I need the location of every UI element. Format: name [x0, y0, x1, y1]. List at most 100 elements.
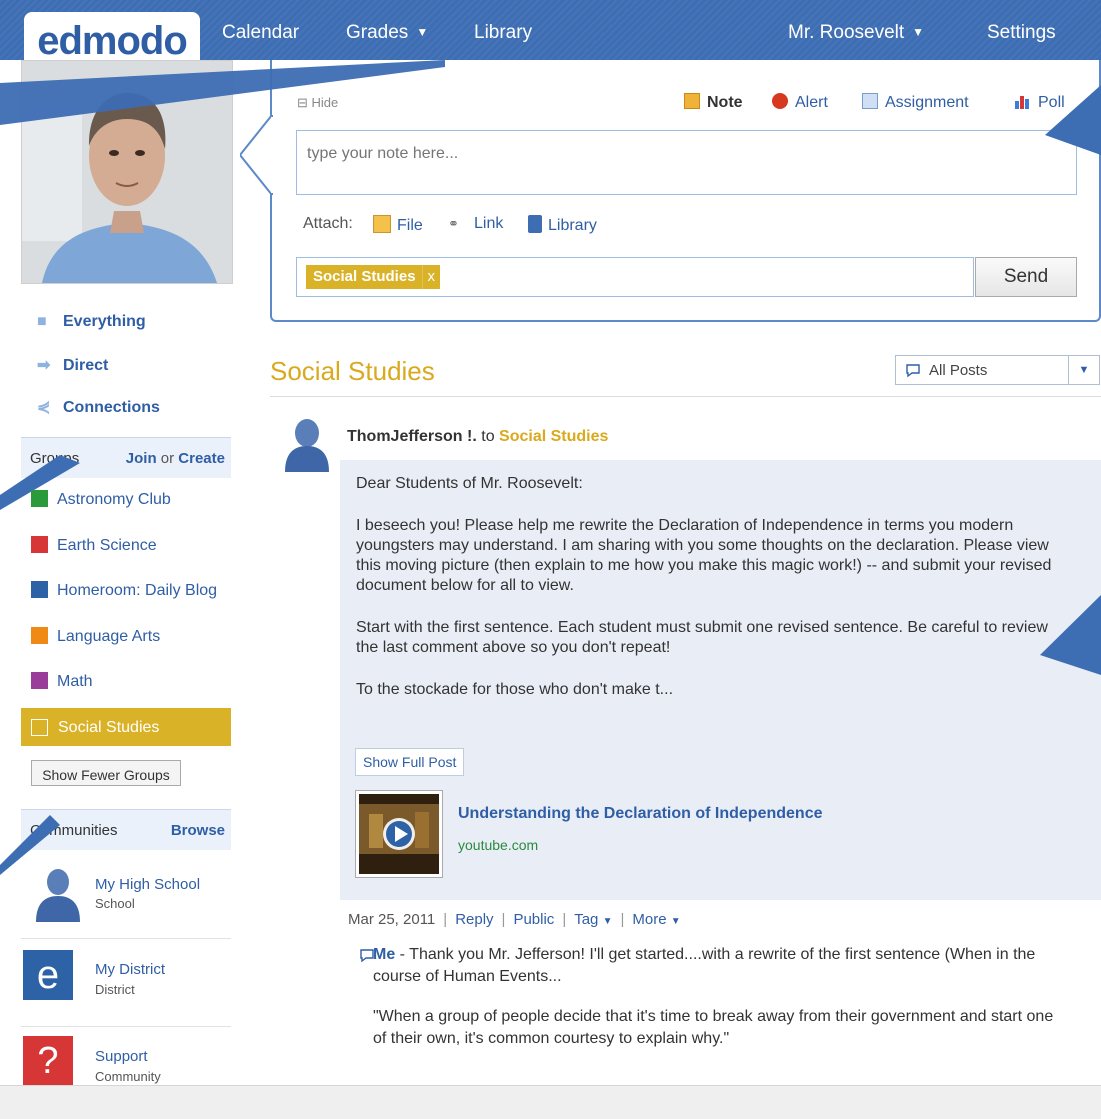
attach-file-button[interactable]: File	[373, 215, 423, 235]
attach-library-button[interactable]: Library	[528, 215, 597, 235]
recipient-tag-label: Social Studies	[313, 268, 416, 285]
sidebar-everything[interactable]: ■ Everything	[37, 313, 146, 331]
reply-link[interactable]: Reply	[455, 911, 493, 928]
community-support[interactable]: ? Support Community	[21, 1036, 231, 1085]
community-type: District	[95, 982, 135, 997]
recipient-tag: Social Studies x	[306, 265, 441, 289]
group-social-studies[interactable]: Social Studies	[21, 708, 231, 746]
comment-quote: "When a group of people decide that it's…	[373, 1008, 1054, 1047]
meta-separator: |	[443, 911, 448, 928]
nav-settings[interactable]: Settings	[987, 22, 1056, 44]
video-title-link[interactable]: Understanding the Declaration of Indepen…	[458, 805, 823, 823]
post-filter-dropdown[interactable]: All Posts ▼	[895, 355, 1100, 385]
group-earth-science[interactable]: Earth Science	[31, 536, 157, 555]
community-divider	[21, 938, 231, 939]
sidebar-direct-label: Direct	[63, 357, 109, 374]
group-label: Astronomy Club	[57, 491, 171, 508]
everything-icon: ■	[37, 313, 47, 330]
nav-calendar[interactable]: Calendar	[222, 22, 299, 44]
arrow-right-icon: ➡	[37, 357, 51, 374]
nav-grades[interactable]: Grades ▼	[346, 22, 428, 44]
group-color-swatch	[31, 581, 48, 598]
post-paragraph: To the stockade for those who don't make…	[356, 681, 674, 698]
tutorial-arrow-topleft	[0, 60, 445, 125]
post-header: ThomJefferson !. to Social Studies	[347, 428, 608, 446]
meta-separator: |	[562, 911, 567, 928]
nav-library[interactable]: Library	[474, 22, 532, 44]
assignment-icon	[862, 93, 878, 109]
post-date: Mar 25, 2011	[348, 911, 436, 928]
group-color-swatch	[31, 536, 48, 553]
community-type: Community	[95, 1069, 161, 1084]
post-group-link[interactable]: Social Studies	[499, 428, 608, 445]
send-button[interactable]: Send	[975, 257, 1077, 297]
type-note-tab[interactable]: Note	[684, 93, 743, 112]
community-name: My High School	[95, 876, 201, 893]
group-language-arts[interactable]: Language Arts	[31, 627, 160, 646]
remove-recipient-button[interactable]: x	[421, 265, 441, 289]
help-question-icon: ?	[23, 1036, 73, 1085]
alert-icon	[772, 93, 788, 109]
community-my-high-school[interactable]: My High School School	[21, 864, 231, 924]
group-label: Social Studies	[58, 719, 160, 736]
chevron-down-icon: ▼	[602, 916, 613, 927]
create-group-link[interactable]: Create	[178, 450, 225, 467]
note-icon	[684, 93, 700, 109]
link-icon: ⚭	[448, 216, 459, 231]
type-note-label: Note	[707, 94, 743, 111]
type-alert-label: Alert	[795, 94, 828, 111]
sidebar-connections[interactable]: ⋞ Connections	[37, 397, 160, 417]
stream-divider	[270, 396, 1101, 397]
sidebar-everything-label: Everything	[63, 313, 146, 330]
group-label: Homeroom: Daily Blog	[57, 582, 218, 599]
group-homeroom-daily-blog[interactable]: Homeroom: Daily Blog	[31, 581, 217, 600]
type-alert-tab[interactable]: Alert	[772, 93, 828, 112]
chevron-down-icon: ▼	[670, 916, 681, 927]
note-input[interactable]	[296, 130, 1077, 195]
browse-communities-link[interactable]: Browse	[171, 822, 225, 839]
comment-text: Me - Thank you Mr. Jefferson! I'll get s…	[373, 944, 1063, 988]
post-paragraph: Dear Students of Mr. Roosevelt:	[356, 475, 583, 492]
attach-library-label: Library	[548, 217, 597, 234]
sidebar-connections-label: Connections	[63, 399, 160, 416]
community-name: My District	[95, 961, 165, 978]
group-label: Earth Science	[57, 537, 157, 554]
meta-separator: |	[620, 911, 625, 928]
post-body: Dear Students of Mr. Roosevelt: I beseec…	[356, 474, 1056, 722]
meta-separator: |	[501, 911, 506, 928]
attach-link-button[interactable]: ⚭ Link	[448, 215, 503, 234]
video-thumbnail-image	[359, 794, 439, 874]
post-author-avatar[interactable]	[284, 418, 330, 472]
comment-author[interactable]: Me	[373, 946, 395, 963]
video-thumbnail[interactable]	[355, 790, 443, 878]
footer-strip	[0, 1085, 1101, 1119]
more-label: More	[632, 911, 667, 928]
group-label: Math	[57, 673, 93, 690]
type-assignment-tab[interactable]: Assignment	[862, 93, 969, 112]
nav-user-menu[interactable]: Mr. Roosevelt ▼	[788, 22, 924, 44]
join-group-link[interactable]: Join	[126, 450, 157, 467]
tag-menu[interactable]: Tag ▼	[574, 911, 612, 928]
connections-icon: ⋞	[37, 399, 51, 416]
post-author-name[interactable]: ThomJefferson !.	[347, 428, 477, 445]
sidebar-direct[interactable]: ➡ Direct	[37, 355, 108, 375]
show-fewer-groups-button[interactable]: Show Fewer Groups	[31, 760, 181, 786]
tutorial-arrow-right-top	[1045, 85, 1101, 155]
chevron-down-icon: ▼	[1068, 356, 1099, 384]
community-my-district[interactable]: e My District District	[21, 950, 231, 1010]
public-link[interactable]: Public	[513, 911, 554, 928]
or-text: or	[160, 450, 175, 467]
post-paragraph: I beseech you! Please help me rewrite th…	[356, 517, 1052, 594]
poll-icon	[1015, 93, 1031, 109]
tutorial-arrow-right-middle	[1040, 595, 1101, 675]
district-logo-icon: e	[23, 950, 73, 1000]
show-full-post-button[interactable]: Show Full Post	[355, 748, 465, 776]
user-silhouette-icon	[36, 869, 80, 922]
attach-label: Attach:	[303, 215, 353, 232]
group-label: Language Arts	[57, 628, 161, 645]
group-math[interactable]: Math	[31, 672, 93, 691]
group-astronomy-club[interactable]: Astronomy Club	[31, 490, 171, 509]
group-color-swatch	[31, 627, 48, 644]
group-color-swatch	[31, 672, 48, 689]
more-menu[interactable]: More ▼	[632, 911, 680, 928]
